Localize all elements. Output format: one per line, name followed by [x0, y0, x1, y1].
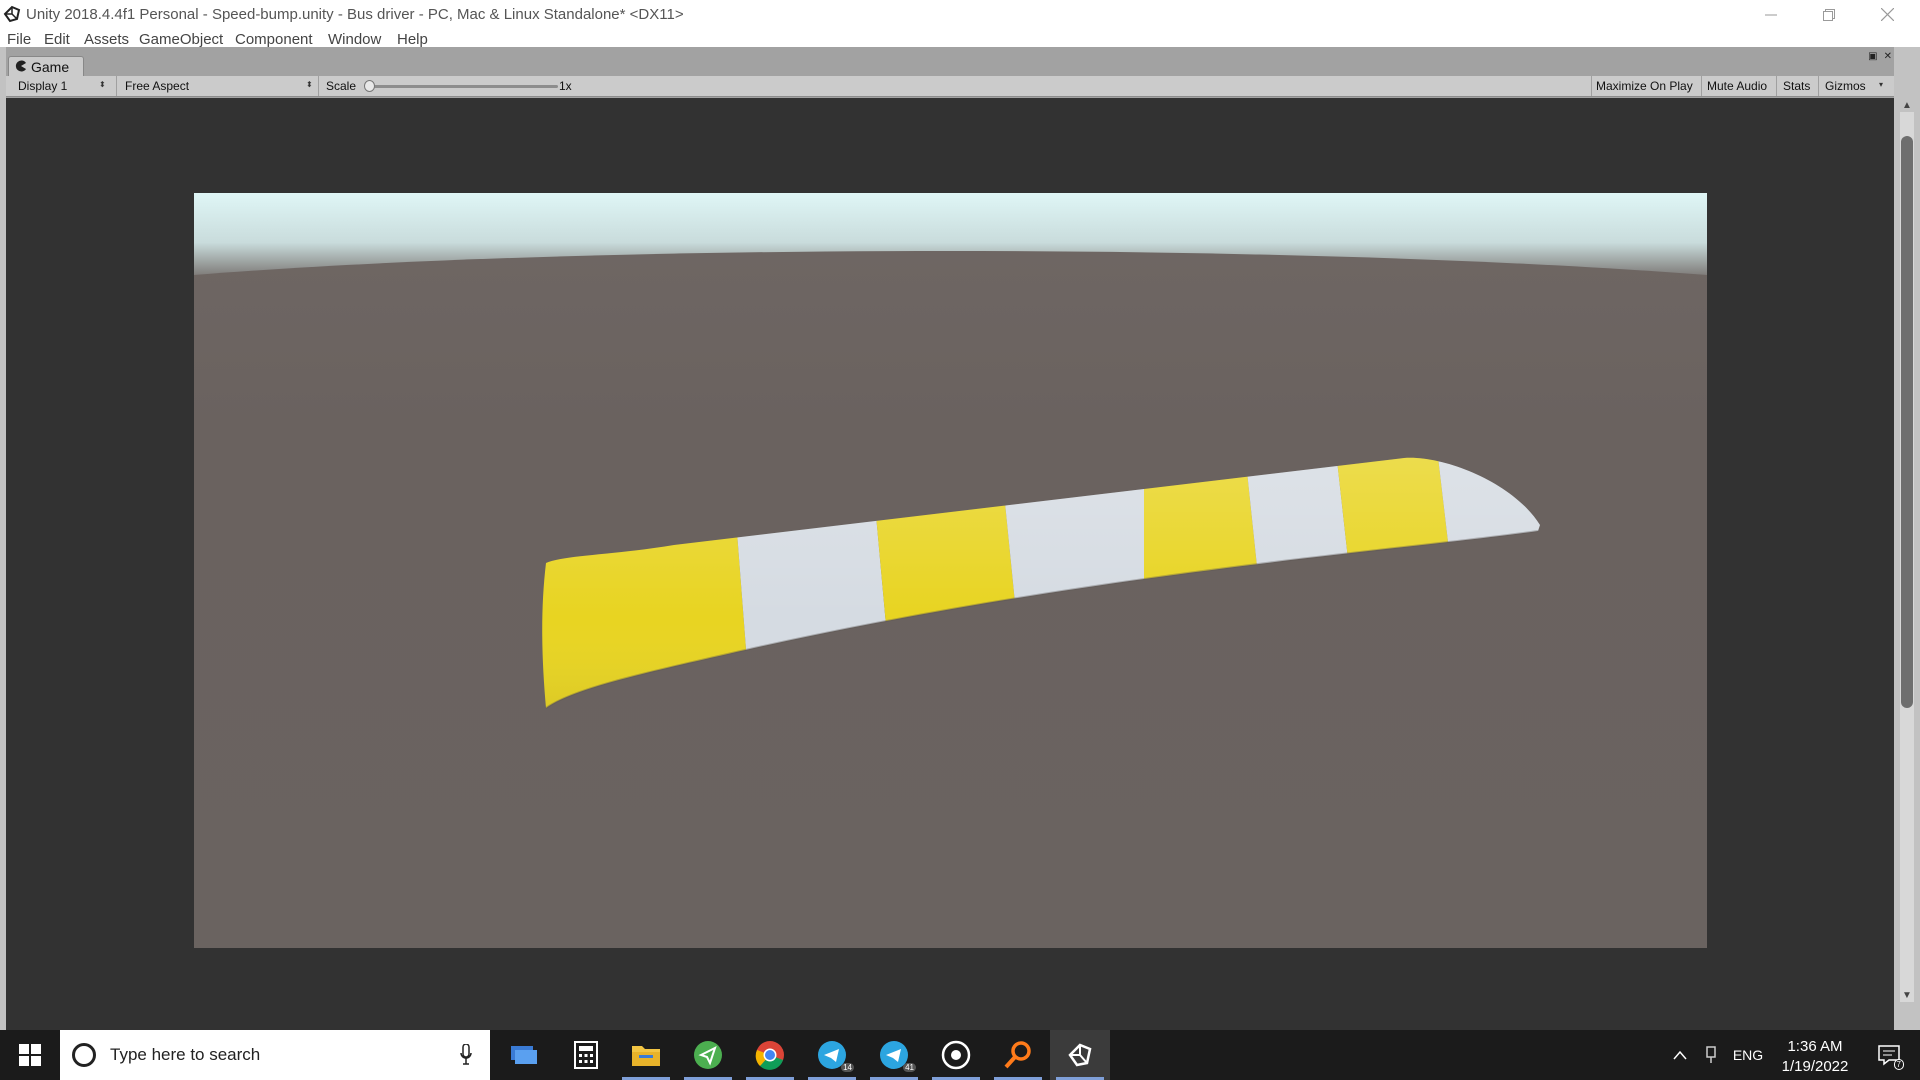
menu-bar: File Edit Assets GameObject Component Wi… — [0, 29, 1920, 48]
chrome-glyph — [755, 1041, 784, 1070]
menu-gameobject[interactable]: GameObject — [139, 31, 223, 48]
unity-glyph — [1068, 1043, 1092, 1067]
scale-value: 1x — [559, 79, 572, 93]
scrollbar-thumb[interactable] — [1901, 136, 1913, 708]
restore-button[interactable] — [1800, 0, 1858, 29]
toolbar-divider — [1776, 76, 1777, 96]
restore-icon — [1823, 8, 1835, 21]
tab-row: Game ▣ ✕ — [6, 47, 1894, 76]
scroll-down-icon[interactable]: ▼ — [1900, 988, 1914, 1002]
display-dropdown[interactable]: Display 1 — [18, 76, 67, 96]
scroll-up-icon[interactable]: ▲ — [1900, 98, 1914, 112]
title-bar: Unity 2018.4.4f1 Personal - Speed-bump.u… — [0, 0, 1920, 29]
aspect-dropdown-arrow-icon: ⬍ — [306, 80, 313, 89]
taskbar-search[interactable]: Type here to search — [60, 1030, 490, 1080]
tab-game-label: Game — [31, 58, 70, 75]
file-explorer-icon[interactable] — [616, 1030, 676, 1080]
cortana-circle-icon — [72, 1043, 96, 1067]
maximize-pane-icon[interactable]: ▣ — [1868, 51, 1877, 62]
search-tool-icon[interactable] — [988, 1030, 1048, 1080]
game-toolbar: Display 1 ⬍ Free Aspect ⬍ Scale 1x Maxim… — [6, 76, 1894, 97]
aspect-label: Free Aspect — [125, 79, 190, 93]
remote-desktop-glyph — [511, 1046, 537, 1064]
minimize-button[interactable] — [1742, 0, 1800, 29]
scale-slider-thumb[interactable] — [364, 80, 375, 92]
send-app-icon[interactable] — [678, 1030, 738, 1080]
language-indicator[interactable]: ENG — [1728, 1030, 1768, 1080]
toolbar-divider — [116, 76, 117, 96]
tab-game[interactable]: Game — [8, 56, 84, 76]
menu-component[interactable]: Component — [235, 31, 313, 48]
tab-controls: ▣ ✕ — [1868, 51, 1892, 62]
menu-window[interactable]: Window — [328, 31, 381, 48]
close-pane-icon[interactable]: ✕ — [1884, 51, 1892, 62]
windows-logo-icon — [19, 1044, 41, 1066]
magnifier-glyph — [1004, 1041, 1031, 1069]
calculator-icon[interactable] — [556, 1030, 616, 1080]
unity-icon[interactable] — [1050, 1030, 1110, 1080]
aspect-dropdown[interactable]: Free Aspect — [125, 76, 189, 96]
obs-icon[interactable] — [926, 1030, 986, 1080]
window-title: Unity 2018.4.4f1 Personal - Speed-bump.u… — [26, 6, 684, 23]
toolbar-divider — [1701, 76, 1702, 96]
mute-audio-button[interactable]: Mute Audio — [1707, 76, 1767, 96]
unity-logo-icon — [3, 5, 21, 23]
start-button[interactable] — [0, 1030, 60, 1080]
notification-count: 7 — [1893, 1059, 1904, 1070]
gizmos-button[interactable]: Gizmos — [1825, 76, 1866, 96]
chevron-up-icon — [1673, 1050, 1687, 1060]
calculator-glyph — [574, 1041, 598, 1069]
close-icon — [1880, 8, 1894, 21]
obs-glyph — [941, 1040, 971, 1070]
gizmos-dropdown-arrow-icon[interactable]: ▾ — [1879, 80, 1883, 89]
stats-button[interactable]: Stats — [1783, 76, 1810, 96]
show-hidden-icons-icon[interactable] — [1668, 1030, 1692, 1080]
toolbar-divider — [318, 76, 319, 96]
ethernet-icon — [1706, 1046, 1716, 1063]
menu-help[interactable]: Help — [397, 31, 428, 48]
clock-time[interactable]: 1:36 AM — [1780, 1038, 1850, 1055]
pacman-icon — [15, 60, 26, 72]
network-icon[interactable] — [1700, 1030, 1722, 1080]
search-placeholder: Type here to search — [110, 1045, 261, 1064]
telegram-badge: 14 — [841, 1063, 854, 1072]
menu-assets[interactable]: Assets — [84, 31, 129, 48]
clock-date[interactable]: 1/19/2022 — [1770, 1058, 1860, 1075]
maximize-on-play-button[interactable]: Maximize On Play — [1596, 76, 1693, 96]
display-dropdown-arrow-icon: ⬍ — [99, 80, 106, 89]
remote-desktop-icon[interactable] — [494, 1030, 554, 1080]
menu-edit[interactable]: Edit — [44, 31, 70, 48]
telegram-icon[interactable]: 41 — [864, 1030, 924, 1080]
taskbar: Type here to search 14 41 ENG 1:36 AM 1/… — [0, 1030, 1920, 1080]
chrome-icon[interactable] — [740, 1030, 800, 1080]
close-button[interactable] — [1858, 0, 1916, 29]
notifications-button[interactable]: 7 — [1864, 1030, 1914, 1080]
telegram-badge: 41 — [903, 1063, 916, 1072]
menu-file[interactable]: File — [7, 31, 31, 48]
scale-label: Scale — [326, 79, 357, 93]
toolbar-divider — [1591, 76, 1592, 96]
telegram-icon[interactable]: 14 — [802, 1030, 862, 1080]
scale-slider-track[interactable] — [368, 85, 558, 88]
game-viewport[interactable] — [194, 193, 1707, 948]
display-label: Display 1 — [18, 79, 68, 93]
minimize-icon — [1765, 14, 1777, 15]
game-view — [6, 98, 1894, 1077]
microphone-icon[interactable] — [460, 1044, 472, 1066]
folder-glyph — [632, 1046, 660, 1066]
send-glyph — [694, 1041, 722, 1069]
scene-render — [194, 193, 1707, 948]
toolbar-divider — [1818, 76, 1819, 96]
